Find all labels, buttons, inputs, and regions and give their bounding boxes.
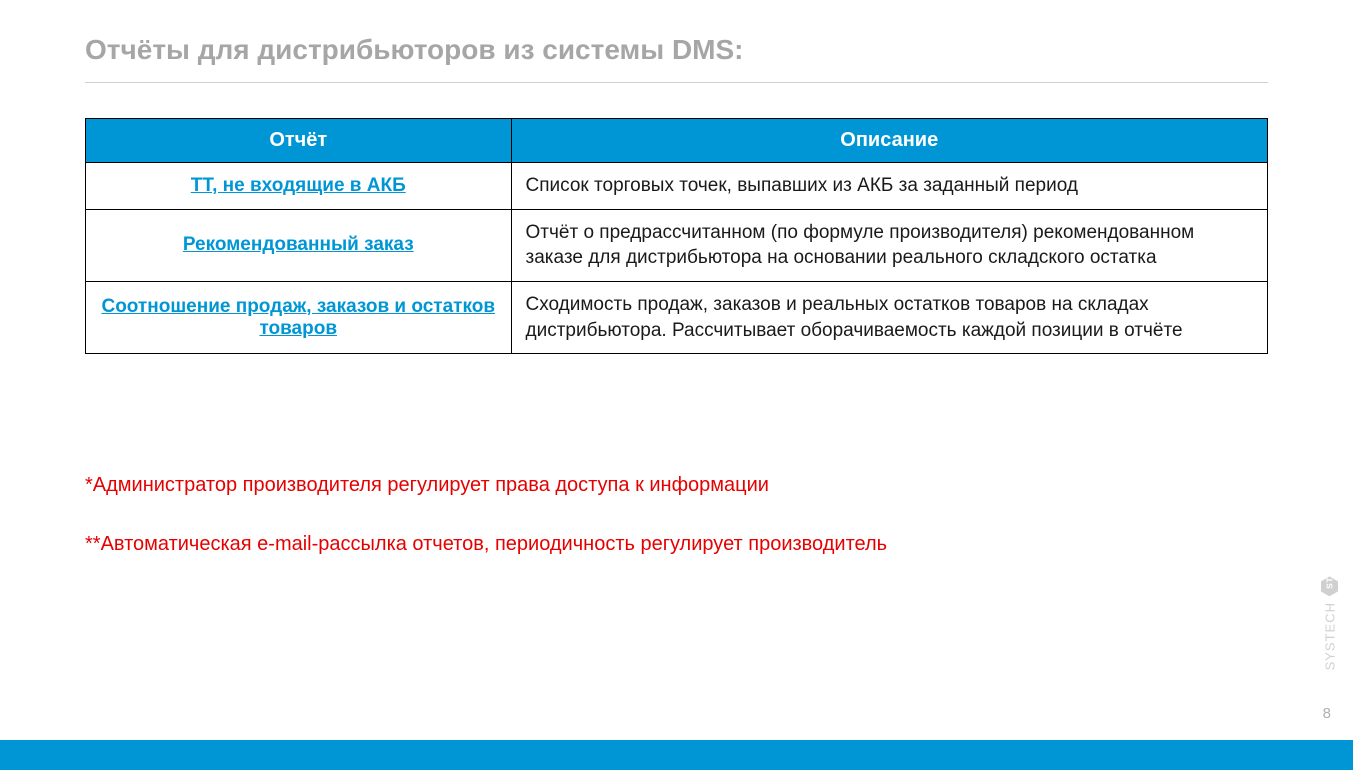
svg-text:ST: ST [1325, 576, 1335, 588]
watermark-text: SYSTECH [1323, 602, 1338, 670]
table-row: Соотношение продаж, заказов и остатков т… [86, 281, 1268, 353]
divider [85, 82, 1268, 83]
report-desc: Список торговых точек, выпавших из АКБ з… [511, 163, 1267, 210]
table-header-desc: Описание [511, 119, 1267, 163]
note-email-distribution: **Автоматическая e-mail-рассылка отчетов… [85, 533, 1268, 556]
report-link-recommended-order[interactable]: Рекомендованный заказ [183, 234, 414, 255]
systech-logo-icon: ST [1321, 576, 1339, 596]
page-title: Отчёты для дистрибьюторов из системы DMS… [85, 34, 1268, 66]
notes-block: *Администратор производителя регулирует … [85, 474, 1268, 556]
table-row: ТТ, не входящие в АКБ Список торговых то… [86, 163, 1268, 210]
report-link-tt-akb[interactable]: ТТ, не входящие в АКБ [191, 175, 406, 196]
report-desc: Сходимость продаж, заказов и реальных ос… [511, 281, 1267, 353]
table-header-report: Отчёт [86, 119, 512, 163]
page-number: 8 [1323, 705, 1331, 722]
systech-watermark: SYSTECH ST [1321, 576, 1339, 670]
footer-bar [0, 740, 1353, 770]
reports-table: Отчёт Описание ТТ, не входящие в АКБ Спи… [85, 118, 1268, 354]
table-row: Рекомендованный заказ Отчёт о предрассчи… [86, 209, 1268, 281]
report-desc: Отчёт о предрассчитанном (по формуле про… [511, 209, 1267, 281]
note-access-rights: *Администратор производителя регулирует … [85, 474, 1268, 497]
report-link-sales-orders-stock[interactable]: Соотношение продаж, заказов и остатков т… [101, 296, 495, 339]
